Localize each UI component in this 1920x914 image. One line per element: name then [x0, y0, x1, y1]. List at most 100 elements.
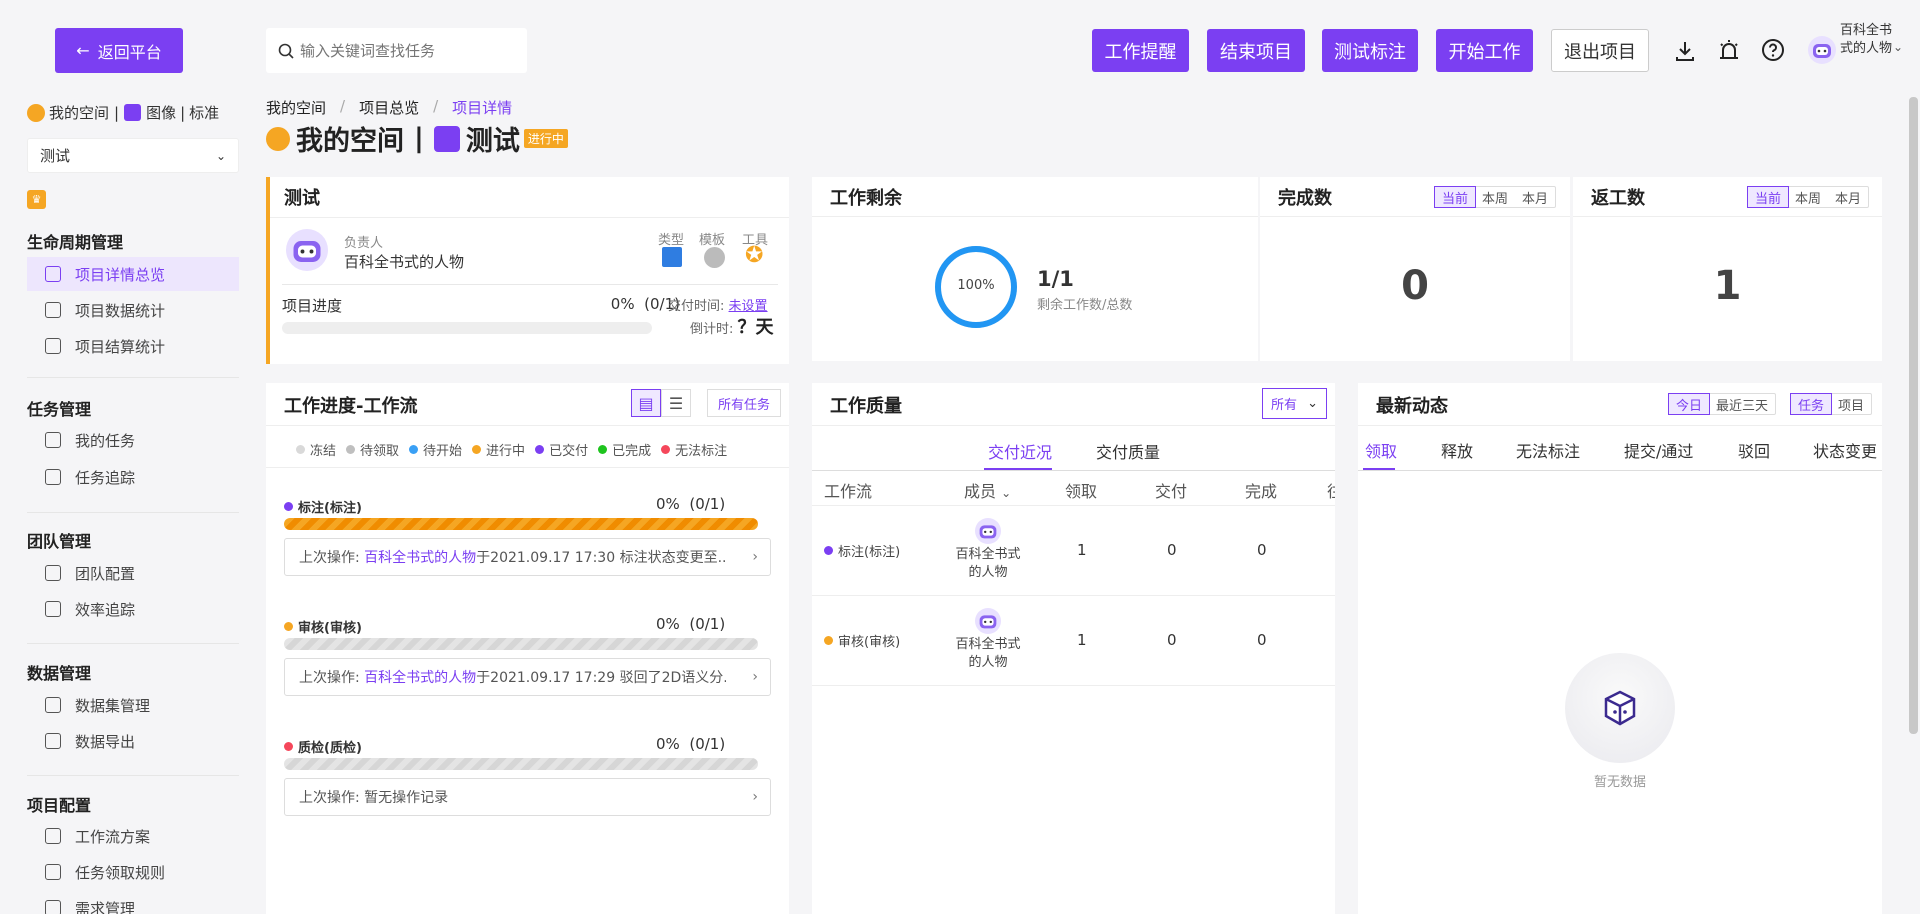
divider — [812, 216, 1258, 217]
sidebar-item-label: 效率追踪 — [75, 600, 136, 619]
workflow-item-progress: 0% (0/1) — [656, 495, 725, 513]
sidebar-item-label: 需求管理 — [75, 899, 136, 914]
tab-reject[interactable]: 驳回 — [1738, 438, 1770, 462]
tab-cannot-annotate[interactable]: 无法标注 — [1516, 438, 1580, 462]
work-reminder-button[interactable]: 工作提醒 — [1092, 29, 1189, 72]
card-view-icon[interactable]: ▤ — [631, 389, 661, 417]
legend-label: 冻结 — [310, 444, 337, 459]
tab-current[interactable]: 当前 — [1434, 186, 1477, 208]
breadcrumb-my-space[interactable]: 我的空间 — [266, 97, 326, 118]
tab-project[interactable]: 项目 — [1831, 394, 1871, 414]
robot-avatar-icon — [1813, 44, 1831, 58]
completed-card: 完成数 当前 本周 本月 0 — [1260, 177, 1570, 361]
download-icon[interactable] — [1673, 39, 1697, 63]
workflow-count: (0/1) — [689, 615, 726, 633]
sidebar-item-data-export[interactable]: 数据导出 — [27, 724, 239, 758]
team-icon — [45, 565, 61, 581]
tab-status-change[interactable]: 状态变更 — [1813, 438, 1877, 462]
tab-submit-pass[interactable]: 提交/通过 — [1624, 438, 1693, 462]
search-input[interactable] — [300, 41, 520, 60]
tab-month[interactable]: 本月 — [1828, 187, 1868, 207]
divider — [266, 425, 789, 426]
alarm-icon[interactable] — [1717, 38, 1741, 62]
op-user-link[interactable]: 百科全书式的人物 — [364, 667, 476, 687]
row-deliver: 0 — [1167, 631, 1177, 649]
sidebar-item-claim-rules[interactable]: 任务领取规则 — [27, 855, 239, 889]
project-select-value: 测试 — [40, 147, 71, 165]
project-select[interactable]: 测试 ⌄ — [27, 138, 239, 173]
start-work-button[interactable]: 开始工作 — [1436, 29, 1533, 72]
op-text: 于2021.09.17 17:30 标注状态变更至... — [476, 550, 727, 566]
list-view-icon[interactable]: ☰ — [661, 389, 691, 417]
divider — [266, 467, 789, 468]
col-workflow: 工作流 — [824, 482, 873, 501]
dataset-icon — [45, 697, 61, 713]
workflow-icon — [45, 828, 61, 844]
sidebar-item-team-config[interactable]: 团队配置 — [27, 556, 239, 590]
col-done: 完成 — [1245, 482, 1278, 501]
tab-delivery-recent[interactable]: 交付近况 — [988, 439, 1052, 463]
sidebar-section-lifecycle: 生命周期管理 — [27, 233, 124, 252]
template-icon — [704, 247, 725, 268]
breadcrumb-project-overview[interactable]: 项目总览 — [359, 97, 419, 118]
workflow-pct: 0% — [656, 615, 680, 633]
delivery-value-link[interactable]: 未设置 — [729, 299, 768, 314]
tab-week[interactable]: 本周 — [1475, 187, 1515, 207]
workflow-count: (0/1) — [689, 735, 726, 753]
op-user-link[interactable]: 百科全书式的人物 — [364, 547, 476, 567]
sidebar-item-my-tasks[interactable]: 我的任务 — [27, 423, 239, 457]
last-operation-row[interactable]: 上次操作: 暂无操作记录 › — [284, 778, 771, 816]
end-project-button[interactable]: 结束项目 — [1207, 29, 1305, 72]
sidebar-item-project-overview[interactable]: 项目详情总览 — [27, 257, 239, 291]
rework-title: 返工数 — [1591, 188, 1645, 209]
sidebar-item-settlement-stats[interactable]: 项目结算统计 — [27, 329, 239, 363]
sidebar-item-requirements[interactable]: 需求管理 — [27, 891, 239, 914]
rules-icon — [45, 864, 61, 880]
sidebar-item-project-stats[interactable]: 项目数据统计 — [27, 293, 239, 327]
quality-filter-select[interactable]: 所有 ⌄ — [1262, 388, 1327, 419]
tab-current[interactable]: 当前 — [1747, 186, 1790, 208]
delivery-label: 交付时间: — [668, 299, 725, 314]
sidebar-section-data: 数据管理 — [27, 664, 92, 683]
tab-today[interactable]: 今日 — [1668, 393, 1711, 415]
exit-project-button[interactable]: 退出项目 — [1551, 29, 1649, 72]
separator: | — [180, 103, 186, 122]
row-take: 1 — [1077, 541, 1087, 559]
workflow-progress-bar — [284, 638, 758, 650]
tab-last-three-days[interactable]: 最近三天 — [1709, 394, 1775, 414]
tab-release[interactable]: 释放 — [1441, 438, 1473, 462]
title-space: 我的空间 — [296, 126, 404, 157]
table-row[interactable]: 审核(审核) 百科全书式的人物 1 0 0 — [812, 596, 1335, 686]
sidebar-item-label: 工作流方案 — [75, 827, 151, 846]
chevron-right-icon: › — [752, 789, 758, 805]
legend-dot — [472, 445, 482, 454]
test-annotate-button[interactable]: 测试标注 — [1322, 29, 1418, 72]
sidebar-item-label: 项目数据统计 — [75, 301, 166, 320]
crown-icon: ♛ — [27, 190, 46, 209]
search-box[interactable] — [266, 28, 527, 73]
tab-claim[interactable]: 领取 — [1365, 438, 1397, 462]
all-tasks-button[interactable]: 所有任务 — [707, 389, 781, 417]
table-row[interactable]: 标注(标注) 百科全书式的人物 1 0 0 — [812, 506, 1335, 596]
user-name[interactable]: 百科全书式的人物 — [1840, 22, 1892, 58]
workflow-pct: 0% — [656, 735, 680, 753]
sidebar-item-efficiency[interactable]: 效率追踪 — [27, 592, 239, 626]
last-operation-row[interactable]: 上次操作: 百科全书式的人物 于2021.09.17 17:30 标注状态变更至… — [284, 538, 771, 576]
tab-task[interactable]: 任务 — [1790, 393, 1833, 415]
user-avatar[interactable] — [1808, 36, 1836, 64]
tab-month[interactable]: 本月 — [1515, 187, 1555, 207]
page-scrollbar[interactable] — [1909, 97, 1918, 734]
help-icon[interactable] — [1761, 38, 1785, 62]
tab-week[interactable]: 本周 — [1788, 187, 1828, 207]
sidebar-item-dataset[interactable]: 数据集管理 — [27, 688, 239, 722]
chevron-down-icon[interactable]: ⌄ — [1893, 40, 1903, 54]
back-to-platform-button[interactable]: ← 返回平台 — [55, 28, 183, 73]
col-member[interactable]: 成员 ⌄ — [964, 478, 1011, 502]
legend-item: 冻结 — [296, 440, 336, 459]
last-operation-row[interactable]: 上次操作: 百科全书式的人物 于2021.09.17 17:29 驳回了2D语义… — [284, 658, 771, 696]
sidebar-item-workflow-plan[interactable]: 工作流方案 — [27, 819, 239, 853]
sidebar-item-task-tracking[interactable]: 任务追踪 — [27, 460, 239, 494]
tab-delivery-quality[interactable]: 交付质量 — [1096, 439, 1160, 463]
workflow-dot — [824, 546, 833, 555]
divider — [282, 284, 778, 285]
